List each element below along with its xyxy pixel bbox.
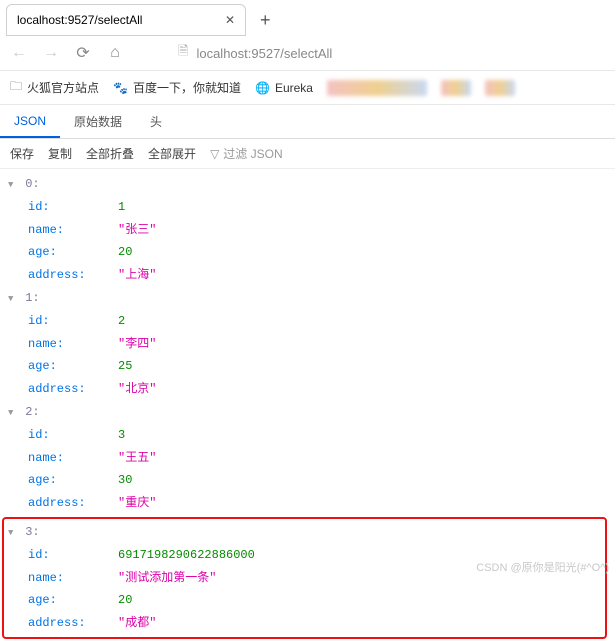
json-node-body: id:1name:"张三"age:20address:"上海" <box>8 196 607 287</box>
json-value: 1 <box>118 196 125 219</box>
bookmark-baidu[interactable]: 🐾 百度一下，你就知道 <box>113 79 241 96</box>
json-value: 6917198290622886000 <box>118 544 255 567</box>
json-property: address:"北京" <box>28 378 607 401</box>
json-property: age:30 <box>28 469 607 492</box>
paw-icon: 🐾 <box>113 81 128 95</box>
json-property: age:20 <box>28 241 607 264</box>
json-value: "王五" <box>118 447 156 470</box>
shield-icon: 🗎 <box>178 42 188 64</box>
close-icon[interactable]: ✕ <box>225 13 235 27</box>
home-icon[interactable]: ⌂ <box>106 44 124 62</box>
json-toolbar: 保存 复制 全部折叠 全部展开 ▽ 过滤 JSON <box>0 139 615 169</box>
blurred-bookmark <box>327 80 427 96</box>
address-bar[interactable]: 🗎 localhost:9527/selectAll <box>138 42 605 64</box>
json-node-body: id:6917198290622886000name:"测试添加第一条"age:… <box>8 544 601 635</box>
json-property: age:20 <box>28 589 601 612</box>
json-value: "成都" <box>118 612 156 635</box>
json-value: 30 <box>118 469 132 492</box>
json-property: name:"张三" <box>28 219 607 242</box>
copy-button[interactable]: 复制 <box>48 145 72 162</box>
browser-tab[interactable]: localhost:9527/selectAll ✕ <box>6 4 246 36</box>
json-value: "张三" <box>118 219 156 242</box>
json-node-toggle[interactable]: ▼ 0: <box>8 173 607 196</box>
filter-input[interactable]: ▽ 过滤 JSON <box>210 145 283 162</box>
json-value: "北京" <box>118 378 156 401</box>
json-value: 2 <box>118 310 125 333</box>
tab-title: localhost:9527/selectAll <box>17 13 142 27</box>
json-key: age: <box>28 589 118 612</box>
json-node-toggle[interactable]: ▼ 2: <box>8 401 607 424</box>
blurred-bookmark <box>485 80 515 96</box>
json-property: name:"李四" <box>28 333 607 356</box>
json-key: age: <box>28 355 118 378</box>
json-value: 20 <box>118 241 132 264</box>
json-value: "李四" <box>118 333 156 356</box>
folder-icon: 🗀 <box>10 77 22 98</box>
json-property: address:"上海" <box>28 264 607 287</box>
json-key: address: <box>28 378 118 401</box>
json-key: id: <box>28 544 118 567</box>
chevron-down-icon: ▼ <box>8 291 18 308</box>
json-value: 3 <box>118 424 125 447</box>
json-key: address: <box>28 612 118 635</box>
tab-raw[interactable]: 原始数据 <box>60 105 136 138</box>
save-button[interactable]: 保存 <box>10 145 34 162</box>
bookmark-eureka[interactable]: 🌐 Eureka <box>255 81 313 95</box>
json-value: "上海" <box>118 264 156 287</box>
bookmark-firefox[interactable]: 🗀 火狐官方站点 <box>10 77 99 98</box>
forward-icon[interactable]: → <box>42 44 60 62</box>
json-key: name: <box>28 567 118 590</box>
json-property: id:2 <box>28 310 607 333</box>
json-key: id: <box>28 310 118 333</box>
json-value: 25 <box>118 355 132 378</box>
chevron-down-icon: ▼ <box>8 405 18 422</box>
json-property: address:"重庆" <box>28 492 607 515</box>
json-key: name: <box>28 219 118 242</box>
json-key: address: <box>28 492 118 515</box>
url-text: localhost:9527/selectAll <box>196 46 332 61</box>
json-property: id:3 <box>28 424 607 447</box>
funnel-icon: ▽ <box>210 147 219 161</box>
watermark: CSDN @原你是阳光(#^O^) <box>476 559 609 575</box>
json-key: id: <box>28 424 118 447</box>
chevron-down-icon: ▼ <box>8 177 18 194</box>
bookmarks-bar: 🗀 火狐官方站点 🐾 百度一下，你就知道 🌐 Eureka <box>0 71 615 105</box>
json-node-toggle[interactable]: ▼ 1: <box>8 287 607 310</box>
json-value: "测试添加第一条" <box>118 567 216 590</box>
json-node-toggle[interactable]: ▼ 3: <box>8 521 601 544</box>
expand-all-button[interactable]: 全部展开 <box>148 145 196 162</box>
reload-icon[interactable]: ⟳ <box>74 43 92 63</box>
json-value: "重庆" <box>118 492 156 515</box>
json-key: age: <box>28 241 118 264</box>
chevron-down-icon: ▼ <box>8 525 18 542</box>
json-property: address:"成都" <box>28 612 601 635</box>
json-key: id: <box>28 196 118 219</box>
tab-headers[interactable]: 头 <box>136 105 176 138</box>
json-node-body: id:3name:"王五"age:30address:"重庆" <box>8 424 607 515</box>
json-property: age:25 <box>28 355 607 378</box>
collapse-all-button[interactable]: 全部折叠 <box>86 145 134 162</box>
new-tab-button[interactable]: + <box>252 10 279 31</box>
back-icon[interactable]: ← <box>10 44 28 62</box>
json-property: name:"王五" <box>28 447 607 470</box>
highlight-box: ▼ 3:id:6917198290622886000name:"测试添加第一条"… <box>2 517 607 639</box>
json-key: name: <box>28 447 118 470</box>
json-node-body: id:2name:"李四"age:25address:"北京" <box>8 310 607 401</box>
globe-icon: 🌐 <box>255 81 270 95</box>
json-key: address: <box>28 264 118 287</box>
json-property: id:1 <box>28 196 607 219</box>
tab-json[interactable]: JSON <box>0 106 60 138</box>
view-tabs: JSON 原始数据 头 <box>0 105 615 139</box>
json-key: age: <box>28 469 118 492</box>
json-key: name: <box>28 333 118 356</box>
blurred-bookmark <box>441 80 471 96</box>
json-value: 20 <box>118 589 132 612</box>
